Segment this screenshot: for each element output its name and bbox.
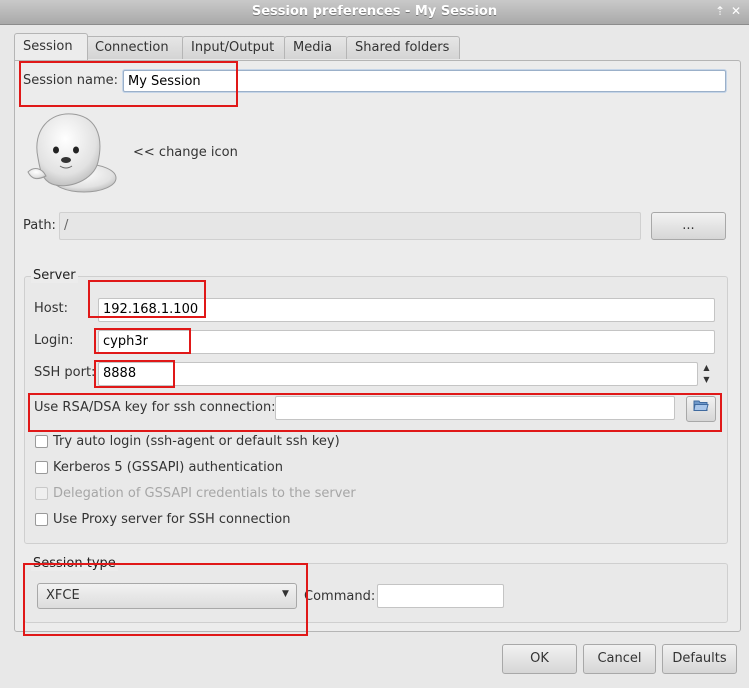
command-label: Command: bbox=[304, 589, 376, 604]
ssh-port-label: SSH port: bbox=[34, 365, 96, 380]
tab-input-output[interactable]: Input/Output bbox=[182, 36, 286, 59]
path-input[interactable]: / bbox=[59, 212, 641, 240]
proxy-label: Use Proxy server for SSH connection bbox=[53, 512, 291, 527]
annotation-login bbox=[94, 328, 191, 354]
tab-label: Session bbox=[23, 39, 73, 54]
tab-label: Connection bbox=[95, 40, 169, 55]
spin-up-icon[interactable]: ▲ bbox=[699, 362, 714, 374]
kerberos-checkbox-row[interactable]: Kerberos 5 (GSSAPI) authentication bbox=[35, 459, 435, 477]
proxy-checkbox[interactable] bbox=[35, 513, 48, 526]
tab-connection[interactable]: Connection bbox=[86, 36, 184, 59]
annotation-ssh-port bbox=[94, 360, 175, 388]
login-label: Login: bbox=[34, 333, 74, 348]
browse-path-button[interactable]: ... bbox=[651, 212, 726, 240]
gssapi-delegation-checkbox-row: Delegation of GSSAPI credentials to the … bbox=[35, 485, 435, 503]
tab-label: Input/Output bbox=[191, 40, 275, 55]
gssapi-delegation-label: Delegation of GSSAPI credentials to the … bbox=[53, 486, 356, 501]
window-title: Session preferences - My Session bbox=[251, 4, 498, 19]
cancel-button[interactable]: Cancel bbox=[583, 644, 656, 674]
tab-media[interactable]: Media bbox=[284, 36, 348, 59]
spin-down-icon[interactable]: ▼ bbox=[699, 374, 714, 386]
gssapi-delegation-checkbox bbox=[35, 487, 48, 500]
proxy-checkbox-row[interactable]: Use Proxy server for SSH connection bbox=[35, 511, 435, 529]
tab-shared-folders[interactable]: Shared folders bbox=[346, 36, 460, 59]
pin-icon[interactable]: ⇡ bbox=[712, 3, 728, 19]
annotation-session-type bbox=[23, 563, 308, 636]
annotation-session-name bbox=[19, 61, 238, 107]
server-group-title: Server bbox=[31, 268, 78, 283]
kerberos-checkbox[interactable] bbox=[35, 461, 48, 474]
defaults-button[interactable]: Defaults bbox=[662, 644, 737, 674]
auto-login-label: Try auto login (ssh-agent or default ssh… bbox=[53, 434, 340, 449]
tab-label: Media bbox=[293, 40, 333, 55]
tab-label: Shared folders bbox=[355, 40, 450, 55]
ok-button[interactable]: OK bbox=[502, 644, 577, 674]
close-icon[interactable]: ✕ bbox=[728, 3, 744, 19]
auto-login-checkbox-row[interactable]: Try auto login (ssh-agent or default ssh… bbox=[35, 433, 435, 451]
tab-session[interactable]: Session bbox=[14, 33, 88, 60]
command-input[interactable] bbox=[377, 584, 504, 608]
path-label: Path: bbox=[23, 218, 56, 233]
host-label: Host: bbox=[34, 301, 68, 316]
ssh-port-input[interactable]: 8888 bbox=[98, 362, 698, 386]
annotation-rsa-key bbox=[28, 393, 722, 432]
title-bar: Session preferences - My Session ⇡ ✕ bbox=[0, 0, 749, 25]
change-icon-link[interactable]: << change icon bbox=[133, 145, 238, 160]
annotation-host bbox=[88, 280, 206, 318]
seal-mascot-icon[interactable] bbox=[24, 110, 120, 194]
auto-login-checkbox[interactable] bbox=[35, 435, 48, 448]
kerberos-label: Kerberos 5 (GSSAPI) authentication bbox=[53, 460, 283, 475]
